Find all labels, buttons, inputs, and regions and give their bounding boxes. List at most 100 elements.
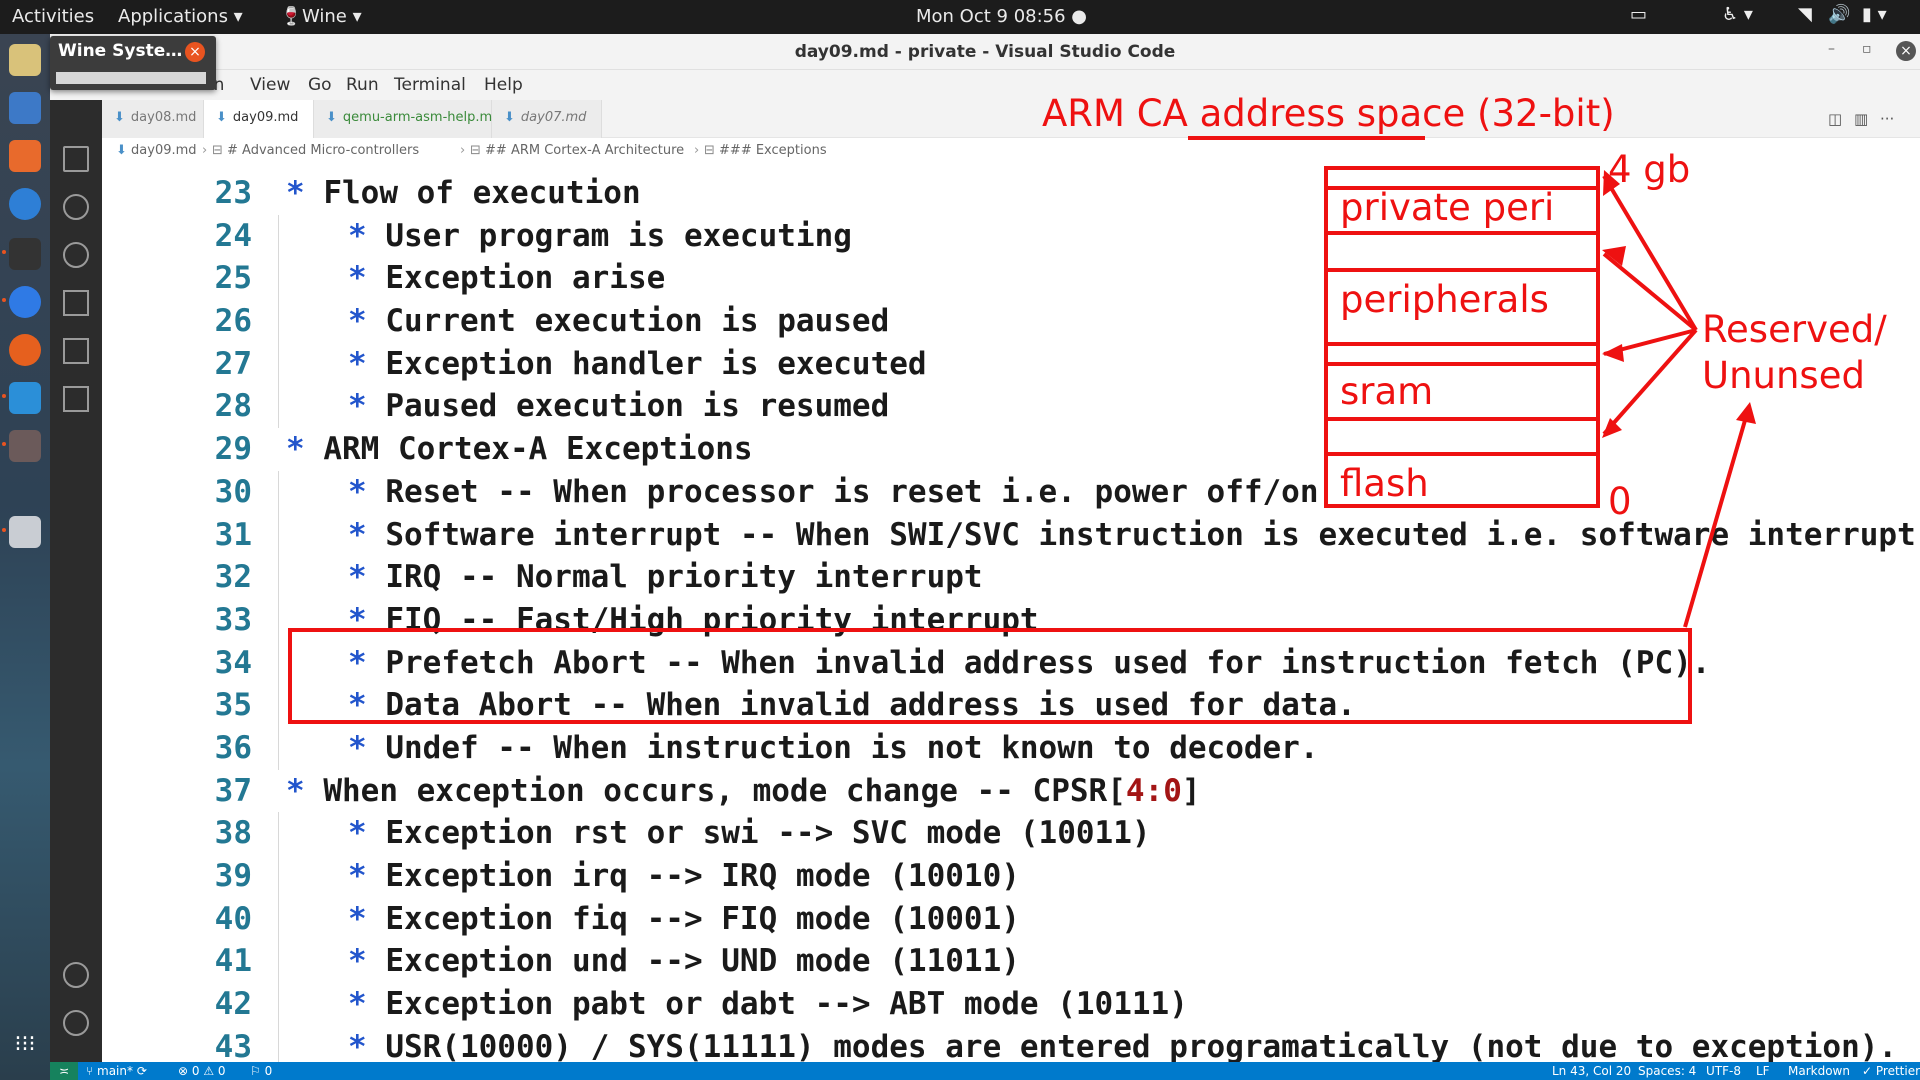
extensions-icon[interactable] xyxy=(63,338,89,364)
open-preview-icon[interactable]: ◫ xyxy=(1828,110,1842,128)
breadcrumb-h1[interactable]: ⊟ # Advanced Micro-controllers xyxy=(212,143,419,158)
remote-explorer-icon[interactable] xyxy=(63,386,89,412)
ports-status[interactable]: ⚐ 0 xyxy=(250,1064,272,1078)
battery-icon[interactable]: ▮ ▾ xyxy=(1862,4,1887,25)
maximize-button[interactable]: ▫ xyxy=(1862,41,1872,57)
tab-qemu-help[interactable]: ⬇qemu-arm-asm-help.mdU xyxy=(314,100,515,138)
code-content: Exception handler is executed xyxy=(385,345,927,382)
run-debug-icon[interactable] xyxy=(63,290,89,316)
code-line[interactable]: 37 * When exception occurs, mode change -… xyxy=(102,770,1920,813)
breadcrumb-file[interactable]: ⬇ day09.md xyxy=(116,143,197,158)
branch-status[interactable]: ⑂ main* ⟳ xyxy=(86,1064,147,1078)
code-line[interactable]: 35 * Data Abort -- When invalid address i… xyxy=(102,684,1920,727)
code-text: * USR(10000) / SYS(11111) modes are ente… xyxy=(348,1026,1897,1062)
close-button[interactable]: × xyxy=(1896,41,1916,61)
breadcrumb-h3[interactable]: ⊟ ### Exceptions xyxy=(704,143,827,158)
breadcrumb-h2[interactable]: ⊟ ## ARM Cortex-A Architecture xyxy=(470,143,684,158)
prettier-status[interactable]: ✓ Prettier xyxy=(1862,1064,1920,1078)
code-line[interactable]: 24 * User program is executing xyxy=(102,214,1920,258)
software-store-icon[interactable] xyxy=(9,140,41,172)
code-line[interactable]: 34 * Prefetch Abort -- When invalid addre… xyxy=(102,641,1920,685)
terminal-icon[interactable] xyxy=(9,238,41,270)
code-line[interactable]: 23 * Flow of execution xyxy=(102,172,1920,215)
code-line[interactable]: 25 * Exception arise xyxy=(102,257,1920,301)
code-line[interactable]: 29 * ARM Cortex-A Exceptions xyxy=(102,428,1920,471)
activities-button[interactable]: Activities xyxy=(12,6,94,27)
markdown-file-icon: ⬇ xyxy=(504,110,515,125)
applications-menu[interactable]: Applications ▾ xyxy=(118,6,243,27)
help-icon[interactable] xyxy=(9,188,41,220)
code-line[interactable]: 27 * Exception handler is executed xyxy=(102,342,1920,386)
code-text: * Exception und --> UND mode (11011) xyxy=(348,940,1020,983)
code-content: Exception fiq --> FIQ mode (10001) xyxy=(385,900,1020,937)
split-editor-icon[interactable]: ▥ xyxy=(1854,110,1868,128)
indentation-status[interactable]: Spaces: 4 xyxy=(1638,1064,1696,1078)
text-editor-icon[interactable] xyxy=(9,516,41,548)
menu-help[interactable]: Help xyxy=(484,75,523,95)
code-content: Exception rst or swi --> SVC mode (10011… xyxy=(385,815,1151,852)
code-line[interactable]: 33 * FIQ -- Fast/High priority interrupt xyxy=(102,598,1920,642)
screen-icon[interactable]: ▭ xyxy=(1630,4,1647,25)
line-number: 24 xyxy=(214,217,252,254)
gnome-top-bar: Activities Applications ▾ 🍷 Wine ▾ Mon O… xyxy=(0,0,1920,34)
vscode-icon[interactable] xyxy=(9,382,41,414)
search-icon[interactable] xyxy=(63,194,89,220)
remote-indicator-icon[interactable]: ≍ xyxy=(50,1062,78,1080)
code-line[interactable]: 30 * Reset -- When processor is reset i.e… xyxy=(102,470,1920,514)
code-line[interactable]: 43 * USR(10000) / SYS(11111) modes are en… xyxy=(102,1025,1920,1062)
firefox-icon[interactable] xyxy=(9,334,41,366)
code-line[interactable]: 41 * Exception und --> UND mode (11011) xyxy=(102,940,1920,984)
problems-status[interactable]: ⊗ 0 ⚠ 0 xyxy=(178,1064,226,1078)
popup-close-icon[interactable]: × xyxy=(185,42,205,62)
accounts-icon[interactable] xyxy=(63,962,89,988)
code-lines: 23 * Flow of execution 24 * User program is… xyxy=(102,172,1920,1062)
code-text: * Exception irq --> IRQ mode (10010) xyxy=(348,855,1020,898)
breadcrumb: ⬇ day09.md › ⊟ # Advanced Micro-controll… xyxy=(102,138,1920,164)
tab-day08[interactable]: ⬇ day08.md xyxy=(102,100,204,138)
explorer-icon[interactable] xyxy=(63,146,89,172)
menu-run[interactable]: Run xyxy=(346,75,379,95)
tab-day09[interactable]: ⬇day09.md× xyxy=(204,100,323,138)
indent-guide xyxy=(278,855,279,898)
list-bullet: * xyxy=(348,345,386,382)
minimize-button[interactable]: – xyxy=(1828,41,1835,57)
wifi-icon[interactable]: ◥ xyxy=(1798,4,1812,25)
more-actions-icon[interactable]: ··· xyxy=(1880,110,1894,128)
language-mode[interactable]: Markdown xyxy=(1788,1064,1850,1078)
encoding-status[interactable]: UTF-8 xyxy=(1706,1064,1741,1078)
code-line[interactable]: 31 * Software interrupt -- When SWI/SVC i… xyxy=(102,513,1920,557)
code-line[interactable]: 36 * Undef -- When instruction is not kno… xyxy=(102,726,1920,770)
wine-menu[interactable]: Wine ▾ xyxy=(302,6,362,27)
chromium-icon[interactable] xyxy=(9,286,41,318)
clock[interactable]: Mon Oct 9 08:56 ● xyxy=(916,6,1087,27)
menu-go[interactable]: Go xyxy=(308,75,332,95)
show-apps-icon[interactable]: ⁝⁝⁝ xyxy=(9,1032,41,1064)
cursor-position[interactable]: Ln 43, Col 20 xyxy=(1552,1064,1631,1078)
breadcrumb-h2-label: ## ARM Cortex-A Architecture xyxy=(485,143,685,158)
code-editor[interactable]: 23 * Flow of execution 24 * User program is… xyxy=(102,164,1920,1062)
volume-icon[interactable]: 🔊 xyxy=(1828,4,1850,25)
indent-guide xyxy=(278,1025,279,1062)
eol-status[interactable]: LF xyxy=(1756,1064,1770,1078)
menu-terminal[interactable]: Terminal xyxy=(394,75,466,95)
menu-view[interactable]: View xyxy=(250,75,290,95)
markdown-file-icon: ⬇ xyxy=(114,110,125,125)
source-control-icon[interactable] xyxy=(63,242,89,268)
list-bullet: * xyxy=(348,217,386,254)
code-line[interactable]: 26 * Current execution is paused xyxy=(102,300,1920,343)
wine-system-popup[interactable]: Wine Syste… × xyxy=(50,36,216,90)
code-line[interactable]: 38 * Exception rst or swi --> SVC mode (1… xyxy=(102,812,1920,855)
wine-glass-icon[interactable] xyxy=(9,430,41,462)
code-line[interactable]: 42 * Exception pabt or dabt --> ABT mode … xyxy=(102,983,1920,1026)
indent-guide xyxy=(278,513,279,557)
settings-gear-icon[interactable] xyxy=(63,1010,89,1036)
code-line[interactable]: 40 * Exception fiq --> FIQ mode (10001) xyxy=(102,897,1920,941)
tab-day07[interactable]: ⬇ day07.md xyxy=(492,100,602,138)
code-line[interactable]: 39 * Exception irq --> IRQ mode (10010) xyxy=(102,855,1920,898)
code-line[interactable]: 28 * Paused execution is resumed xyxy=(102,385,1920,429)
code-line[interactable]: 32 * IRQ -- Normal priority interrupt xyxy=(102,556,1920,599)
accessibility-icon[interactable]: ♿ ▾ xyxy=(1722,4,1753,25)
running-indicator xyxy=(2,250,6,254)
document-icon[interactable] xyxy=(9,92,41,124)
files-icon[interactable] xyxy=(9,44,41,76)
